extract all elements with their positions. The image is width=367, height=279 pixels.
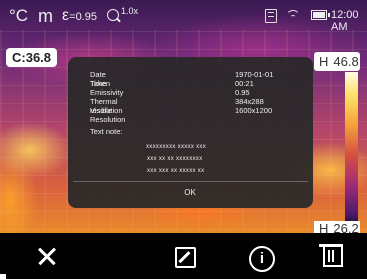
mode-label: m bbox=[38, 6, 53, 26]
unit-label: °C bbox=[9, 6, 29, 25]
center-temperature-label: C:36.8 bbox=[6, 48, 58, 67]
trash-icon bbox=[323, 247, 343, 267]
low-value: 26.2 bbox=[333, 221, 359, 233]
high-value: 46.8 bbox=[333, 54, 359, 69]
info-value: 384x288 bbox=[235, 97, 264, 106]
battery-icon bbox=[311, 10, 330, 20]
zoom-icon bbox=[107, 9, 119, 21]
text-note-label: Text note: bbox=[90, 127, 123, 136]
emissivity-indicator: ε=0.95 bbox=[62, 7, 97, 25]
info-icon: i bbox=[249, 246, 275, 272]
text-note-line: xxx xxx xx xxxxx xx bbox=[147, 168, 205, 174]
low-temperature-label: H 26.2 bbox=[314, 221, 360, 233]
image-info-dialog: Date Taken 1970-01-01 Time 00:21 Emissiv… bbox=[68, 57, 313, 208]
dialog-divider bbox=[73, 181, 308, 182]
low-marker: H bbox=[319, 221, 329, 233]
text-note-line: xxx xx xx xxxxxxxx bbox=[147, 156, 203, 162]
sd-card-icon bbox=[265, 9, 277, 23]
ok-button[interactable]: OK bbox=[160, 185, 220, 201]
info-label: Visible Resolution bbox=[90, 106, 126, 124]
high-temperature-label: H 46.8 bbox=[314, 52, 360, 71]
info-label: Time bbox=[90, 79, 107, 88]
delete-button[interactable] bbox=[303, 233, 363, 279]
close-button[interactable] bbox=[16, 233, 76, 279]
corner-marker bbox=[0, 274, 6, 279]
high-marker: H bbox=[319, 54, 329, 69]
edit-button[interactable] bbox=[155, 233, 215, 279]
wifi-icon bbox=[286, 8, 300, 22]
clock: 12:00 AM bbox=[331, 9, 359, 33]
emissivity-value: =0.95 bbox=[69, 11, 97, 23]
zoom-value: 1.0x bbox=[121, 6, 139, 16]
status-bar: °C m ε=0.95 1.0x 12:00 AM bbox=[0, 0, 367, 33]
info-label: Emissivity bbox=[90, 88, 124, 97]
info-button[interactable]: i bbox=[231, 233, 291, 279]
color-scale-bar bbox=[345, 72, 358, 222]
info-value: 1970-01-01 bbox=[235, 70, 274, 79]
info-value: 1600x1200 bbox=[235, 106, 273, 115]
thermal-screen: °C m ε=0.95 1.0x 12:00 AM C:36.8 H 46.8 H… bbox=[0, 0, 367, 279]
bottom-toolbar: i bbox=[0, 233, 367, 279]
text-note-line: xxxxxxxxx xxxxx xxx bbox=[146, 144, 207, 150]
trash-lines-icon bbox=[328, 250, 330, 262]
info-value: 00:21 bbox=[235, 79, 254, 88]
info-value: 0.95 bbox=[235, 88, 250, 97]
